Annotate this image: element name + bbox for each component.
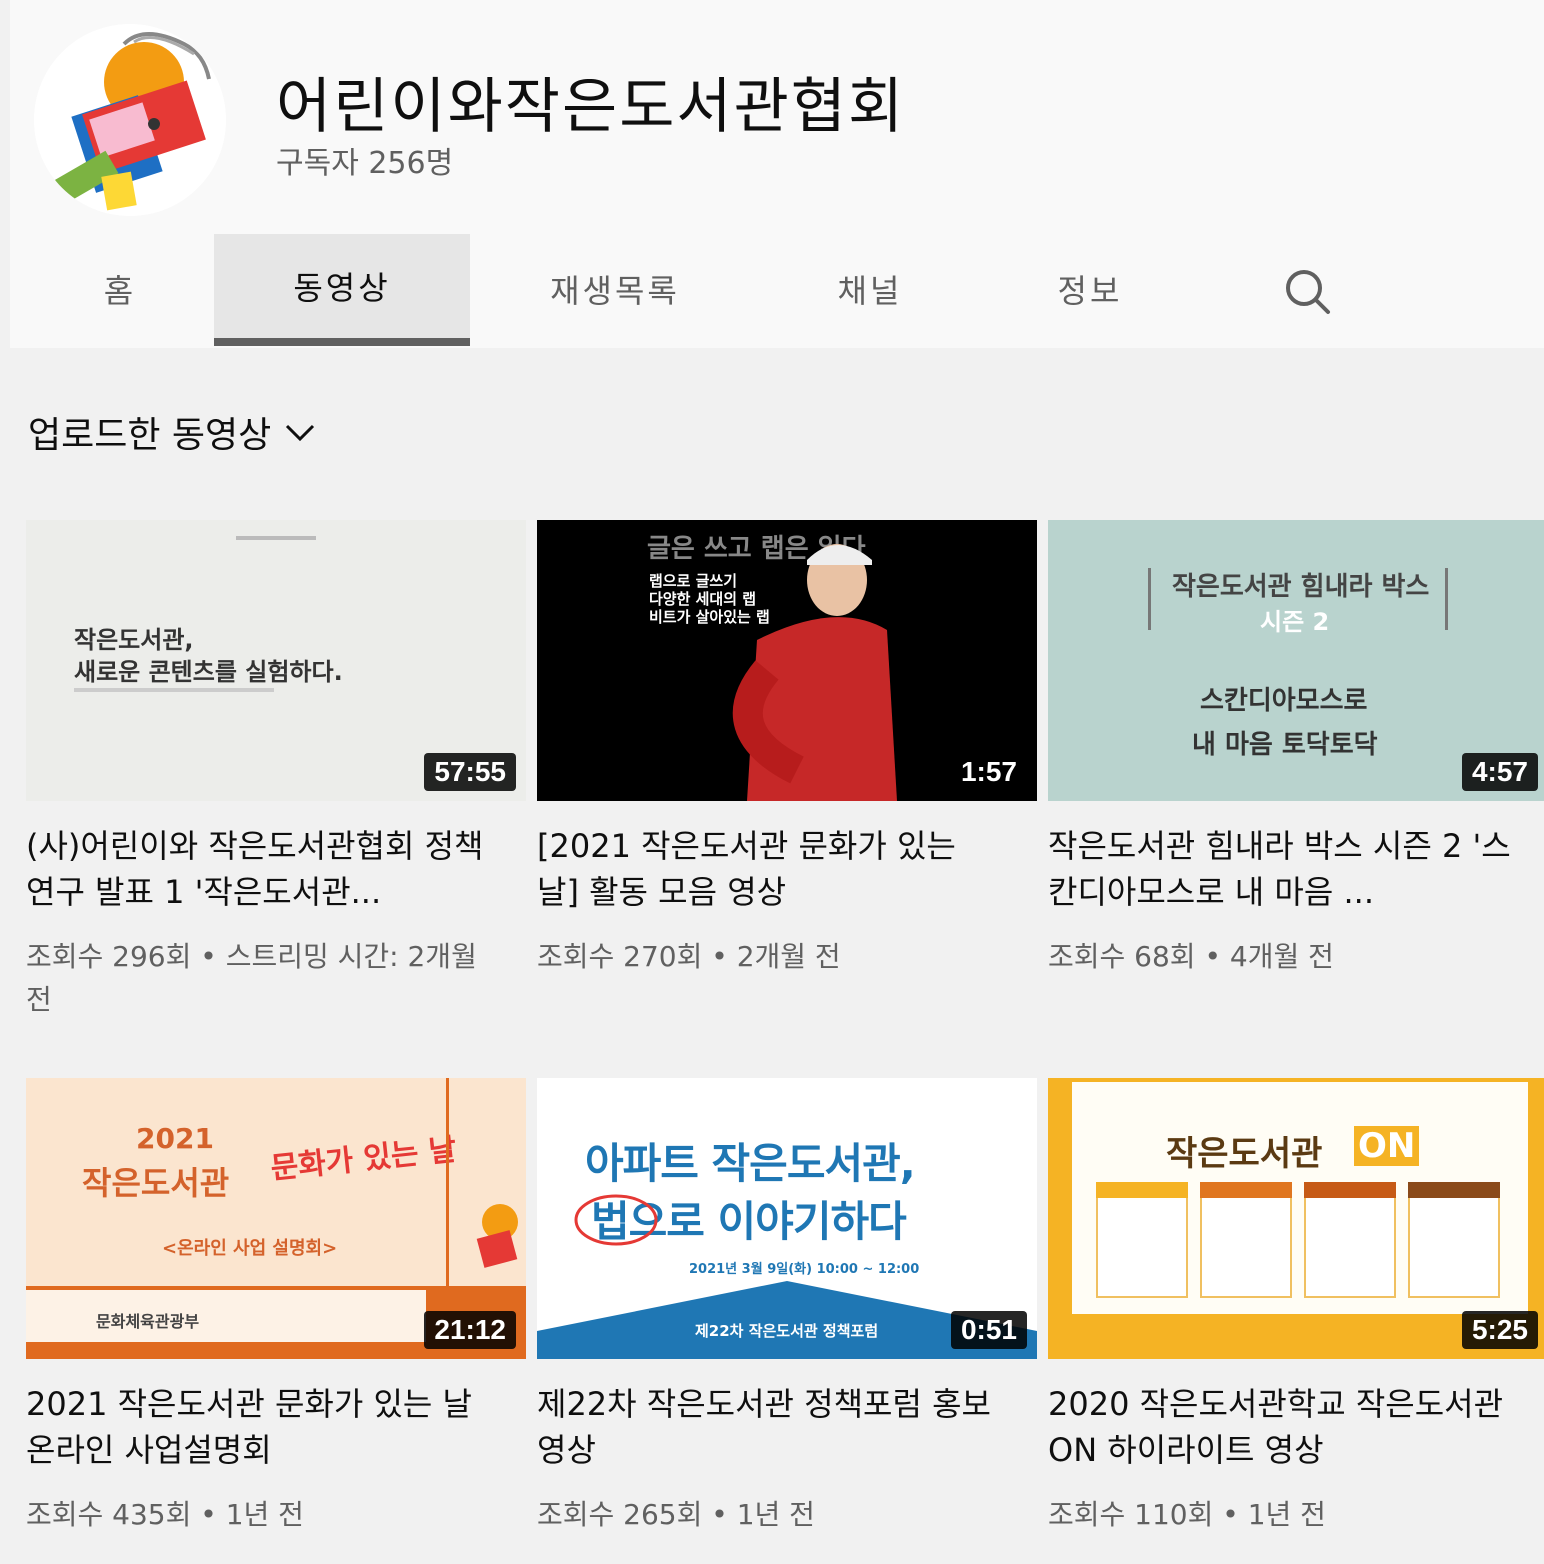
- video-thumbnail[interactable]: 아파트 작은도서관, 법으로 이야기하다 2021년 3월 9일(화) 10:0…: [537, 1078, 1037, 1359]
- thumb-text: 작은도서관 힘내라 박스: [1172, 572, 1430, 602]
- video-thumbnail[interactable]: 작은도서관, 새로운 콘텐츠를 실험하다. 57:55: [26, 520, 526, 801]
- video-duration: 5:25: [1461, 1311, 1538, 1349]
- thumb-box: [1408, 1182, 1500, 1298]
- thumb-banner-inner: [26, 1290, 426, 1342]
- video-card[interactable]: 아파트 작은도서관, 법으로 이야기하다 2021년 3월 9일(화) 10:0…: [537, 1078, 1037, 1536]
- video-title[interactable]: 작은도서관 힘내라 박스 시즌 2 '스칸디아모스로 내 마음 ...: [1048, 823, 1518, 915]
- tab-playlists[interactable]: 재생목록: [510, 234, 720, 344]
- video-duration: 0:51: [950, 1311, 1027, 1349]
- thumb-text: 2021년 3월 9일(화) 10:00 ~ 12:00: [689, 1262, 920, 1277]
- thumb-text: 새로운 콘텐츠를 실험하다.: [74, 658, 343, 686]
- mascot-icon: [476, 1204, 518, 1268]
- thumb-text: 작은도서관,: [74, 626, 194, 654]
- thumb-text: 제22차 작은도서관 정책포럼: [695, 1322, 879, 1340]
- video-card[interactable]: 글은 쓰고 랩은 읽다 랩으로 글쓰기 다양한 세대의 랩 비트가 살아있는 랩…: [537, 520, 1037, 978]
- video-thumbnail[interactable]: 2021 작은도서관 문화가 있는 날 <온라인 사업 설명회> 문화체육관광부…: [26, 1078, 526, 1359]
- thumb-text: 작은도서관: [82, 1164, 230, 1202]
- thumb-box: [1200, 1182, 1292, 1298]
- thumb-divider: [446, 1078, 449, 1286]
- tab-videos[interactable]: 동영상: [214, 234, 470, 346]
- thumb-deco: [74, 688, 274, 692]
- video-duration: 21:12: [424, 1311, 516, 1349]
- thumb-box-header: [1200, 1182, 1292, 1198]
- subscriber-count: 구독자 256명: [276, 146, 454, 181]
- tab-channels[interactable]: 채널: [800, 234, 940, 344]
- thumb-text: 문화체육관광부: [96, 1312, 200, 1331]
- video-meta: 조회수 435회 • 1년 전: [26, 1498, 304, 1531]
- thumb-text: ON: [1354, 1126, 1420, 1166]
- thumb-box-header: [1408, 1182, 1500, 1198]
- video-title[interactable]: 제22차 작은도서관 정책포럼 홍보 영상: [537, 1381, 1007, 1473]
- thumb-text: 작은도서관: [1166, 1134, 1323, 1174]
- video-card[interactable]: 2021 작은도서관 문화가 있는 날 <온라인 사업 설명회> 문화체육관광부…: [26, 1078, 526, 1536]
- thumb-text: 시즌 2: [1260, 608, 1330, 636]
- thumb-text: 내 마음 토닥토닥: [1192, 730, 1378, 760]
- thumb-text: 스칸디아모스로: [1200, 686, 1368, 716]
- video-card[interactable]: 작은도서관 ON 5:25 2020 작은도서관학교 작은도서관 ON 하이라이…: [1048, 1078, 1544, 1536]
- video-title[interactable]: 2021 작은도서관 문화가 있는 날 온라인 사업설명회: [26, 1381, 496, 1473]
- video-title[interactable]: 2020 작은도서관학교 작은도서관 ON 하이라이트 영상: [1048, 1381, 1518, 1473]
- thumb-box: [1096, 1182, 1188, 1298]
- video-title[interactable]: (사)어린이와 작은도서관협회 정책연구 발표 1 '작은도서관...: [26, 823, 496, 915]
- video-meta: 조회수 270회 • 2개월 전: [537, 940, 841, 973]
- thumb-box-header: [1096, 1182, 1188, 1198]
- video-meta: 조회수 110회 • 1년 전: [1048, 1498, 1326, 1531]
- video-meta: 조회수 68회 • 4개월 전: [1048, 940, 1334, 973]
- thumb-box: [1304, 1182, 1396, 1298]
- video-thumbnail[interactable]: 작은도서관 힘내라 박스 시즌 2 스칸디아모스로 내 마음 토닥토닥 4:57: [1048, 520, 1544, 801]
- uploads-sort-dropdown[interactable]: 업로드한 동영상: [28, 406, 317, 458]
- thumb-box-header: [1304, 1182, 1396, 1198]
- tab-home[interactable]: 홈: [50, 234, 190, 344]
- thumb-text: 아파트 작은도서관,: [585, 1139, 916, 1188]
- tab-about[interactable]: 정보: [1020, 234, 1160, 344]
- thumb-text: 문화가 있는 날: [269, 1132, 459, 1187]
- channel-tabs: 홈 동영상 재생목록 채널 정보: [10, 234, 1544, 348]
- chevron-down-icon: [286, 424, 315, 442]
- search-icon: [1286, 270, 1330, 314]
- video-duration: 57:55: [424, 753, 516, 791]
- channel-header: 어린이와작은도서관협회 구독자 256명 홈 동영상 재생목록 채널 정보: [10, 0, 1544, 348]
- video-thumbnail[interactable]: 글은 쓰고 랩은 읽다 랩으로 글쓰기 다양한 세대의 랩 비트가 살아있는 랩…: [537, 520, 1037, 801]
- video-meta: 조회수 296회 • 스트리밍 시간: 2개월 전: [26, 940, 477, 1016]
- video-duration: 1:57: [950, 753, 1027, 791]
- video-duration: 4:57: [1461, 753, 1538, 791]
- mascot-logo-icon: [34, 24, 226, 216]
- section-title: 업로드한 동영상: [28, 415, 272, 456]
- thumb-text: <온라인 사업 설명회>: [162, 1238, 338, 1259]
- video-meta: 조회수 265회 • 1년 전: [537, 1498, 815, 1531]
- video-card[interactable]: 작은도서관 힘내라 박스 시즌 2 스칸디아모스로 내 마음 토닥토닥 4:57…: [1048, 520, 1544, 978]
- channel-name: 어린이와작은도서관협회: [276, 72, 906, 142]
- channel-search-button[interactable]: [1280, 264, 1336, 320]
- channel-avatar[interactable]: [34, 24, 226, 216]
- thumb-deco: [236, 536, 316, 540]
- circle-mark-icon: [574, 1194, 658, 1246]
- video-thumbnail[interactable]: 작은도서관 ON 5:25: [1048, 1078, 1544, 1359]
- video-title[interactable]: [2021 작은도서관 문화가 있는 날] 활동 모음 영상: [537, 823, 1007, 915]
- video-card[interactable]: 작은도서관, 새로운 콘텐츠를 실험하다. 57:55 (사)어린이와 작은도서…: [26, 520, 526, 1021]
- thumb-text: 2021: [136, 1122, 214, 1155]
